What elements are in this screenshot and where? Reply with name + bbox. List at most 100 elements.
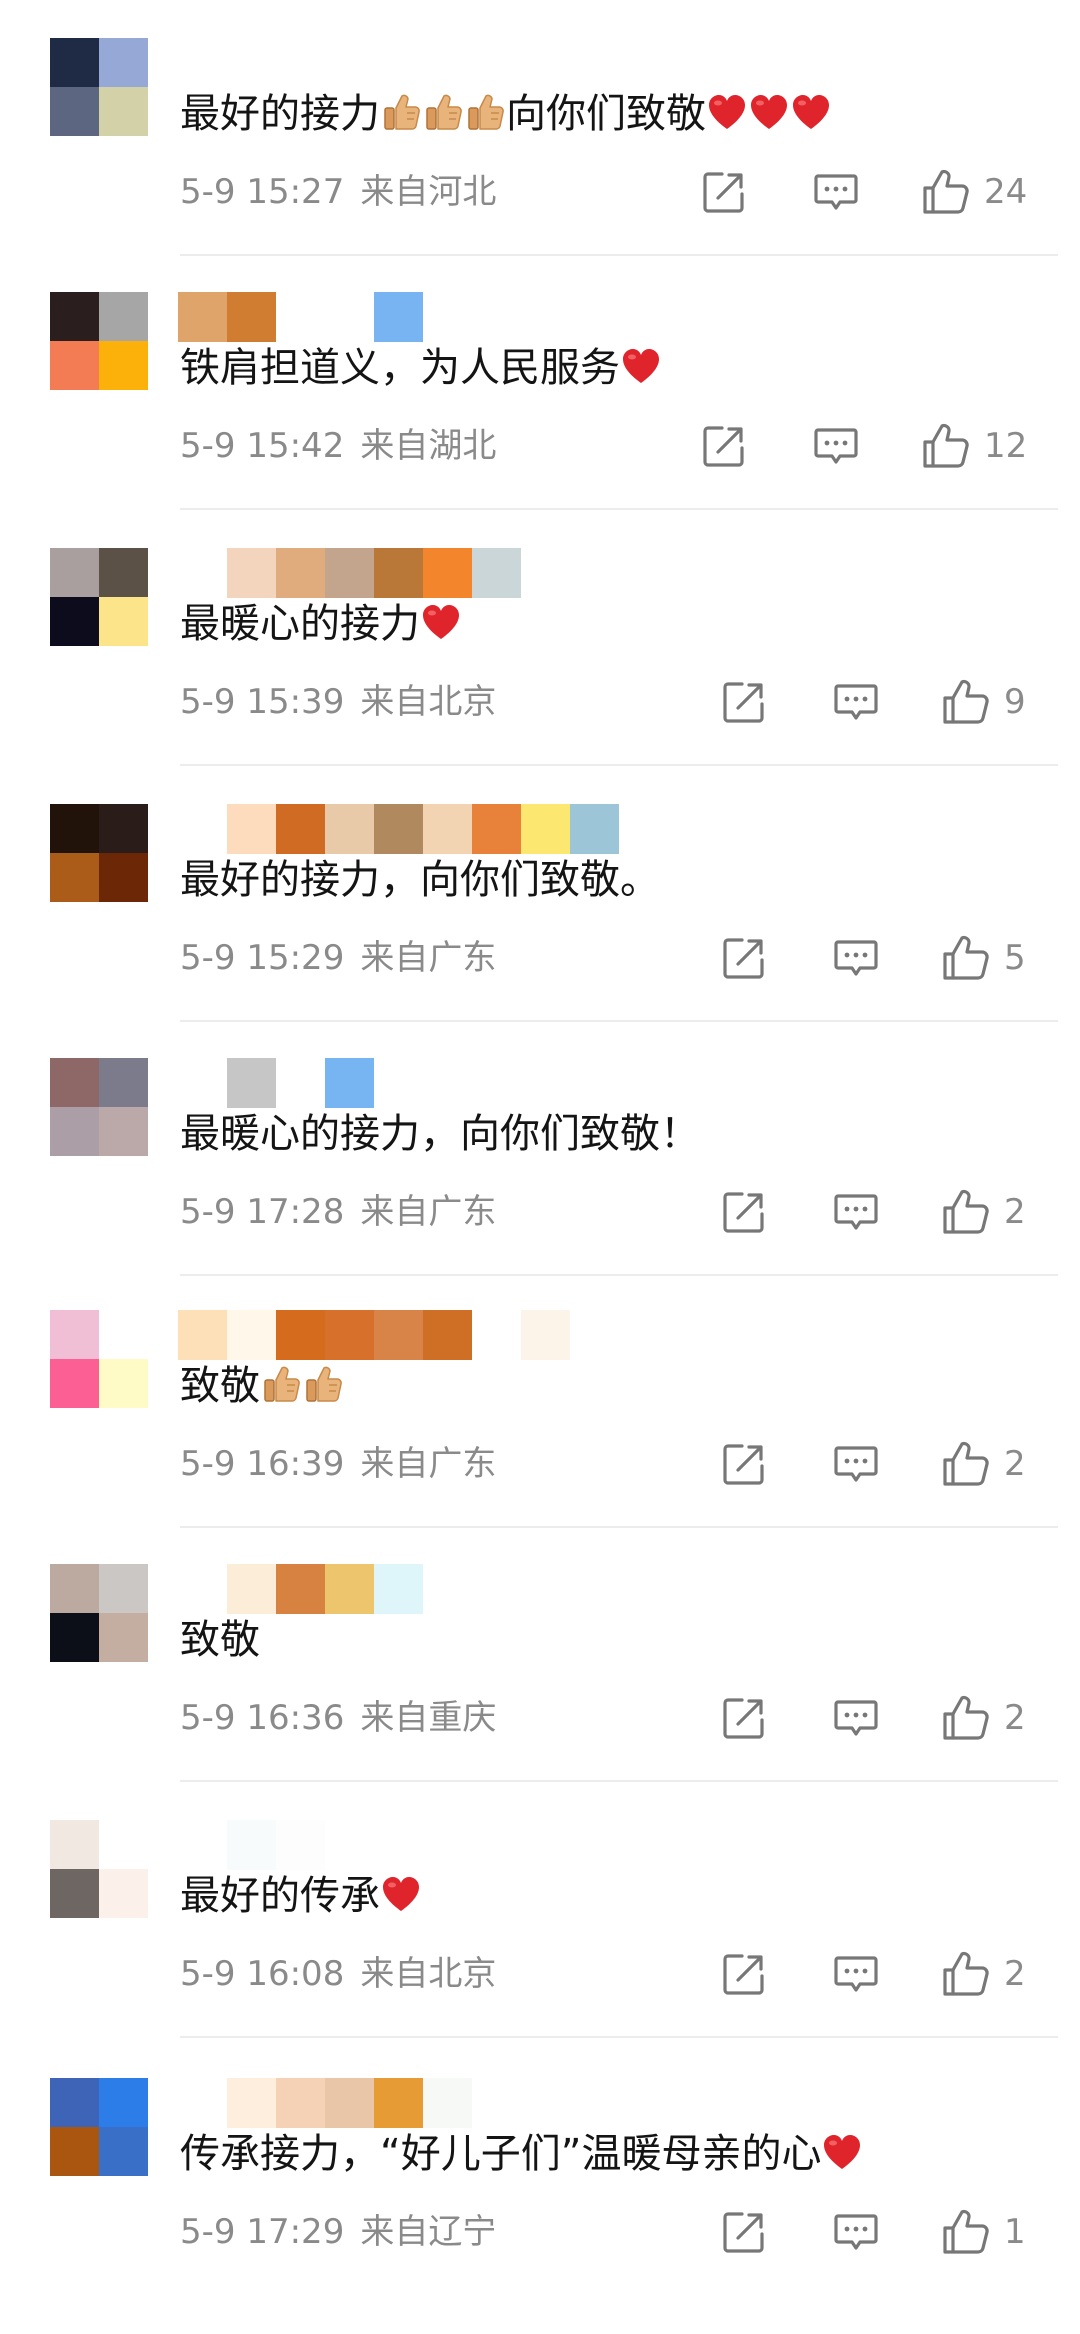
reply-button[interactable] [830, 1438, 882, 1490]
thumbs-up-icon [923, 423, 969, 468]
comment-location: 来自河北 [360, 172, 497, 212]
reply-button[interactable] [830, 1186, 882, 1238]
like-count: 5 [1004, 938, 1026, 978]
share-button[interactable] [718, 1186, 770, 1238]
avatar-pixel [99, 1359, 148, 1408]
username-pixel [374, 292, 423, 342]
share-button[interactable] [718, 2206, 770, 2258]
like-button[interactable]: 2 [940, 1948, 1050, 2000]
avatar-pixel [50, 87, 99, 136]
thumbs-up-icon [943, 1951, 989, 1996]
like-button[interactable]: 9 [940, 676, 1050, 728]
comment-time: 5-9 15:42 [180, 426, 345, 466]
share-button[interactable] [718, 1692, 770, 1744]
username-pixel [276, 548, 325, 598]
like-count: 12 [984, 426, 1028, 466]
username-pixel [521, 1310, 570, 1360]
like-button[interactable]: 2 [940, 1692, 1050, 1744]
share-button[interactable] [718, 1438, 770, 1490]
comment-item: 最暖心的接力，向你们致敬！ 5-9 17:28 来自广东 2 [0, 1058, 1080, 1314]
reply-button[interactable] [830, 2206, 882, 2258]
comment-item: 最好的传承 5-9 16:08 来自北京 2 [0, 1820, 1080, 2076]
like-button[interactable]: 2 [940, 1186, 1050, 1238]
reply-button[interactable] [830, 932, 882, 984]
like-count: 2 [1004, 1954, 1026, 1994]
avatar-pixel [50, 38, 99, 87]
comment-location: 来自北京 [360, 1954, 497, 1994]
share-icon [723, 2212, 764, 2253]
reply-button[interactable] [830, 1948, 882, 2000]
like-button[interactable]: 1 [940, 2206, 1050, 2258]
comment-text: 致敬 [180, 1362, 344, 1410]
like-button[interactable]: 12 [920, 420, 1050, 472]
username-pixel [276, 292, 325, 342]
thumbs-up-emoji-icon [381, 92, 421, 132]
username-pixel [227, 292, 276, 342]
username-pixel [178, 292, 227, 342]
heart-emoji-icon [791, 94, 831, 132]
username-pixel [276, 1058, 325, 1108]
username-pixel [423, 548, 472, 598]
heart-emoji-icon [749, 94, 789, 132]
avatar-pixel [50, 1310, 99, 1359]
thumbs-up-icon [923, 169, 969, 214]
share-icon [723, 1444, 764, 1485]
comment-time: 5-9 15:39 [180, 682, 345, 722]
avatar[interactable] [50, 804, 148, 902]
reply-button[interactable] [810, 420, 862, 472]
comment-text-segment: 最暖心的接力，向你们致敬！ [180, 1111, 700, 1157]
divider [180, 764, 1058, 766]
username-pixel [178, 2078, 227, 2128]
like-count: 2 [1004, 1698, 1026, 1738]
like-button[interactable]: 24 [920, 166, 1050, 218]
avatar-pixel [50, 1564, 99, 1613]
share-icon [703, 172, 744, 213]
divider [180, 508, 1058, 510]
share-button[interactable] [698, 420, 750, 472]
share-button[interactable] [718, 1948, 770, 2000]
avatar[interactable] [50, 1058, 148, 1156]
comment-location: 来自湖北 [360, 426, 497, 466]
comment-icon [834, 684, 878, 720]
avatar[interactable] [50, 548, 148, 646]
comment-time: 5-9 15:29 [180, 938, 345, 978]
reply-button[interactable] [830, 1692, 882, 1744]
comment-item: 最好的接力 向你们致敬 5-9 15:27 来自河北 24 [0, 38, 1080, 294]
avatar-pixel [50, 2078, 99, 2127]
comment-icon [834, 1194, 878, 1230]
avatar[interactable] [50, 292, 148, 390]
comment-text-segment: 最好的接力，向你们致敬。 [180, 857, 660, 903]
comment-location: 来自广东 [360, 1444, 497, 1484]
avatar[interactable] [50, 1310, 148, 1408]
like-button[interactable]: 2 [940, 1438, 1050, 1490]
share-button[interactable] [718, 932, 770, 984]
share-icon [723, 938, 764, 979]
thumbs-up-emoji-icon [303, 1364, 343, 1404]
comment-text: 致敬 [180, 1616, 260, 1664]
avatar-pixel [99, 804, 148, 853]
avatar[interactable] [50, 1820, 148, 1918]
divider [180, 1274, 1058, 1276]
reply-button[interactable] [810, 166, 862, 218]
comment-icon [834, 940, 878, 976]
share-button[interactable] [698, 166, 750, 218]
like-button[interactable]: 5 [940, 932, 1050, 984]
comment-icon [834, 1446, 878, 1482]
username-pixel [472, 1310, 521, 1360]
avatar[interactable] [50, 2078, 148, 2176]
heart-emoji-icon [621, 348, 661, 386]
avatar[interactable] [50, 1564, 148, 1662]
share-icon [703, 426, 744, 467]
avatar-pixel [50, 548, 99, 597]
divider [180, 1780, 1058, 1782]
like-count: 1 [1004, 2212, 1026, 2252]
username-pixel [325, 804, 374, 854]
username-pixel [178, 1058, 227, 1108]
avatar[interactable] [50, 38, 148, 136]
reply-button[interactable] [830, 676, 882, 728]
username-pixel [227, 1820, 276, 1870]
avatar-pixel [99, 548, 148, 597]
share-button[interactable] [718, 676, 770, 728]
username-pixel [178, 1564, 227, 1614]
comment-location: 来自广东 [360, 1192, 497, 1232]
